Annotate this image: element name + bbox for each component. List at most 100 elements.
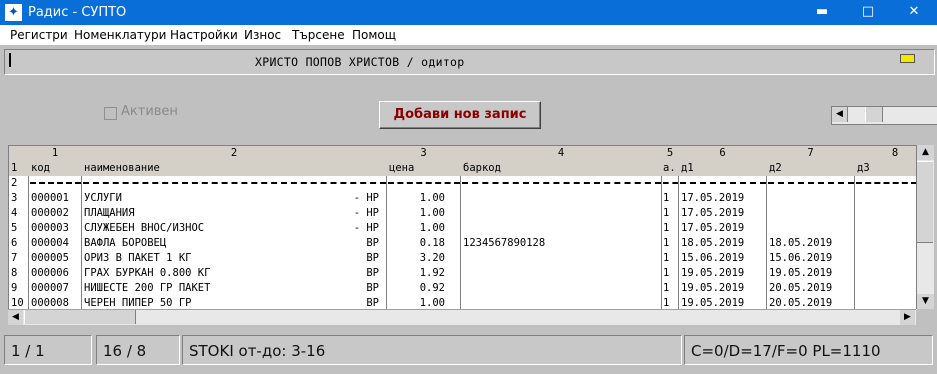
status-records: 16 / 8: [96, 335, 180, 365]
window-title: Радис - СУПТО: [28, 5, 127, 20]
cell-a: 1: [663, 282, 670, 294]
table-row[interactable]: 4 000002 ПЛАЩАНИЯ - НР 1.00 1 17.05.2019: [9, 206, 917, 221]
maximize-button[interactable]: □: [845, 0, 891, 25]
row-number: 10: [11, 297, 24, 309]
cell-name: ГРАХ БУРКАН 0.800 КГ: [84, 267, 211, 279]
add-record-button[interactable]: Добави нов запис: [379, 101, 541, 129]
active-checkbox[interactable]: [104, 107, 117, 120]
table-row[interactable]: 9 000007 НИШЕСТЕ 200 ГР ПАКЕТ ВР 0.92 1 …: [9, 281, 917, 296]
column-header-a[interactable]: а.: [663, 161, 676, 176]
menu-settings[interactable]: Настройки: [170, 28, 238, 42]
menu-search[interactable]: Търсене: [292, 28, 345, 42]
cell-price: 0.18: [419, 237, 445, 249]
table-row[interactable]: 5 000003 СЛУЖЕБЕН ВНОС/ИЗНОС - НР 1.00 1…: [9, 221, 917, 236]
table-row[interactable]: 10 000008 ЧЕРЕН ПИПЕР 50 ГР ВР 1.00 1 19…: [9, 296, 917, 310]
close-button[interactable]: ✕: [891, 0, 937, 25]
cell-price: 1.00: [419, 192, 445, 204]
row-number: 3: [11, 192, 18, 204]
cell-d2: 20.05.2019: [769, 282, 833, 294]
cell-barcode: 1234567890128: [463, 237, 546, 249]
cell-price: 1.00: [419, 297, 445, 309]
column-header-d2[interactable]: д2: [769, 161, 782, 176]
cell-d1: 17.05.2019: [681, 207, 745, 219]
cell-price: 3.20: [419, 252, 445, 264]
row-number: 9: [11, 282, 18, 294]
client-area: ХРИСТО ПОПОВ ХРИСТОВ / одитор Активен До…: [0, 45, 937, 374]
column-header-name[interactable]: наименование: [84, 161, 160, 176]
records-grid[interactable]: 1 2 3 4 5 6 7 8 1 код наименование цена …: [8, 145, 917, 310]
minimize-button[interactable]: ▬: [799, 0, 845, 25]
title-bar: ✦ Радис - СУПТО ▬ □ ✕: [0, 0, 937, 25]
cell-name: ВАФЛА БОРОВЕЦ: [84, 237, 167, 249]
table-row[interactable]: 7 000005 ОРИЗ В ПАКЕТ 1 КГ ВР 3.20 1 15.…: [9, 251, 917, 266]
scroll-left-icon[interactable]: ◀: [8, 310, 23, 325]
scroll-thumb[interactable]: [865, 107, 883, 122]
cell-a: 1: [663, 267, 670, 279]
menu-nomenclatures[interactable]: Номенклатури: [74, 28, 166, 42]
column-name-row: 1 код наименование цена баркод а. д1 д2 …: [9, 161, 917, 176]
cell-vat: ВР: [366, 297, 379, 309]
scroll-left-icon[interactable]: ◀: [832, 107, 848, 122]
grid-horizontal-scrollbar[interactable]: ◀ ▶: [8, 309, 916, 325]
column-header-price[interactable]: цена: [389, 161, 414, 176]
cell-a: 1: [663, 252, 670, 264]
cell-a: 1: [663, 297, 670, 309]
column-number: 5: [666, 147, 674, 159]
cell-name: УСЛУГИ: [84, 192, 122, 204]
cell-d1: 18.05.2019: [681, 237, 745, 249]
cell-vat: ВР: [366, 252, 379, 264]
scroll-down-icon[interactable]: ▼: [917, 294, 934, 309]
table-row[interactable]: 6 000004 ВАФЛА БОРОВЕЦ ВР 0.18 123456789…: [9, 236, 917, 251]
cell-d2: 15.06.2019: [769, 252, 833, 264]
cell-a: 1: [663, 192, 670, 204]
column-header-code[interactable]: код: [31, 161, 50, 176]
menu-wear[interactable]: Износ: [244, 28, 281, 42]
scroll-up-icon[interactable]: ▲: [917, 145, 934, 160]
active-checkbox-label: Активен: [121, 104, 178, 119]
cell-code: 000005: [31, 252, 69, 264]
menu-bar: Регистри Номенклатури Настройки Износ Тъ…: [0, 25, 937, 45]
separator-line: [663, 182, 678, 184]
row-number: 4: [11, 207, 18, 219]
cell-price: 0.92: [419, 282, 445, 294]
cell-vat: - НР: [353, 207, 379, 219]
separator-line: [388, 182, 460, 184]
cell-name: СЛУЖЕБЕН ВНОС/ИЗНОС: [84, 222, 205, 234]
cell-vat: - НР: [353, 192, 379, 204]
cell-d1: 19.05.2019: [681, 267, 745, 279]
separator-line: [462, 182, 661, 184]
cell-d1: 17.05.2019: [681, 222, 745, 234]
cell-d2: 19.05.2019: [769, 267, 833, 279]
separator-line: [768, 182, 854, 184]
menu-registers[interactable]: Регистри: [10, 28, 68, 42]
row-number: 1: [11, 162, 18, 174]
scroll-thumb[interactable]: [917, 161, 933, 243]
cell-code: 000004: [31, 237, 69, 249]
grid-vertical-scrollbar[interactable]: ▲ ▼: [916, 145, 934, 309]
cell-d1: 19.05.2019: [681, 282, 745, 294]
cell-name: ОРИЗ В ПАКЕТ 1 КГ: [84, 252, 192, 264]
table-row[interactable]: 8 000006 ГРАХ БУРКАН 0.800 КГ ВР 1.92 1 …: [9, 266, 917, 281]
cell-d2: 20.05.2019: [769, 297, 833, 309]
scroll-right-icon[interactable]: ▶: [900, 310, 915, 325]
scroll-thumb[interactable]: [24, 310, 136, 324]
column-number: 7: [807, 147, 814, 159]
indicator-flag-icon: [900, 54, 915, 63]
table-row[interactable]: 3 000001 УСЛУГИ - НР 1.00 1 17.05.2019: [9, 191, 917, 206]
row-number: 2: [11, 177, 18, 189]
column-header-d1[interactable]: д1: [681, 161, 694, 176]
top-horizontal-scrollbar[interactable]: ◀: [831, 106, 937, 125]
cell-code: 000002: [31, 207, 69, 219]
column-number: 1: [51, 147, 59, 159]
column-header-d3[interactable]: д3: [857, 161, 870, 176]
status-counters: C=0/D=17/F=0 PL=1110: [684, 335, 933, 365]
cell-d1: 19.05.2019: [681, 297, 745, 309]
menu-help[interactable]: Помощ: [352, 28, 396, 42]
cell-code: 000003: [31, 222, 69, 234]
cell-name: НИШЕСТЕ 200 ГР ПАКЕТ: [84, 282, 211, 294]
cell-code: 000001: [31, 192, 69, 204]
separator-line: [83, 182, 386, 184]
status-range: STOKI от-до: 3-16: [182, 335, 682, 365]
cell-vat: ВР: [366, 267, 379, 279]
column-header-barcode[interactable]: баркод: [463, 161, 501, 176]
